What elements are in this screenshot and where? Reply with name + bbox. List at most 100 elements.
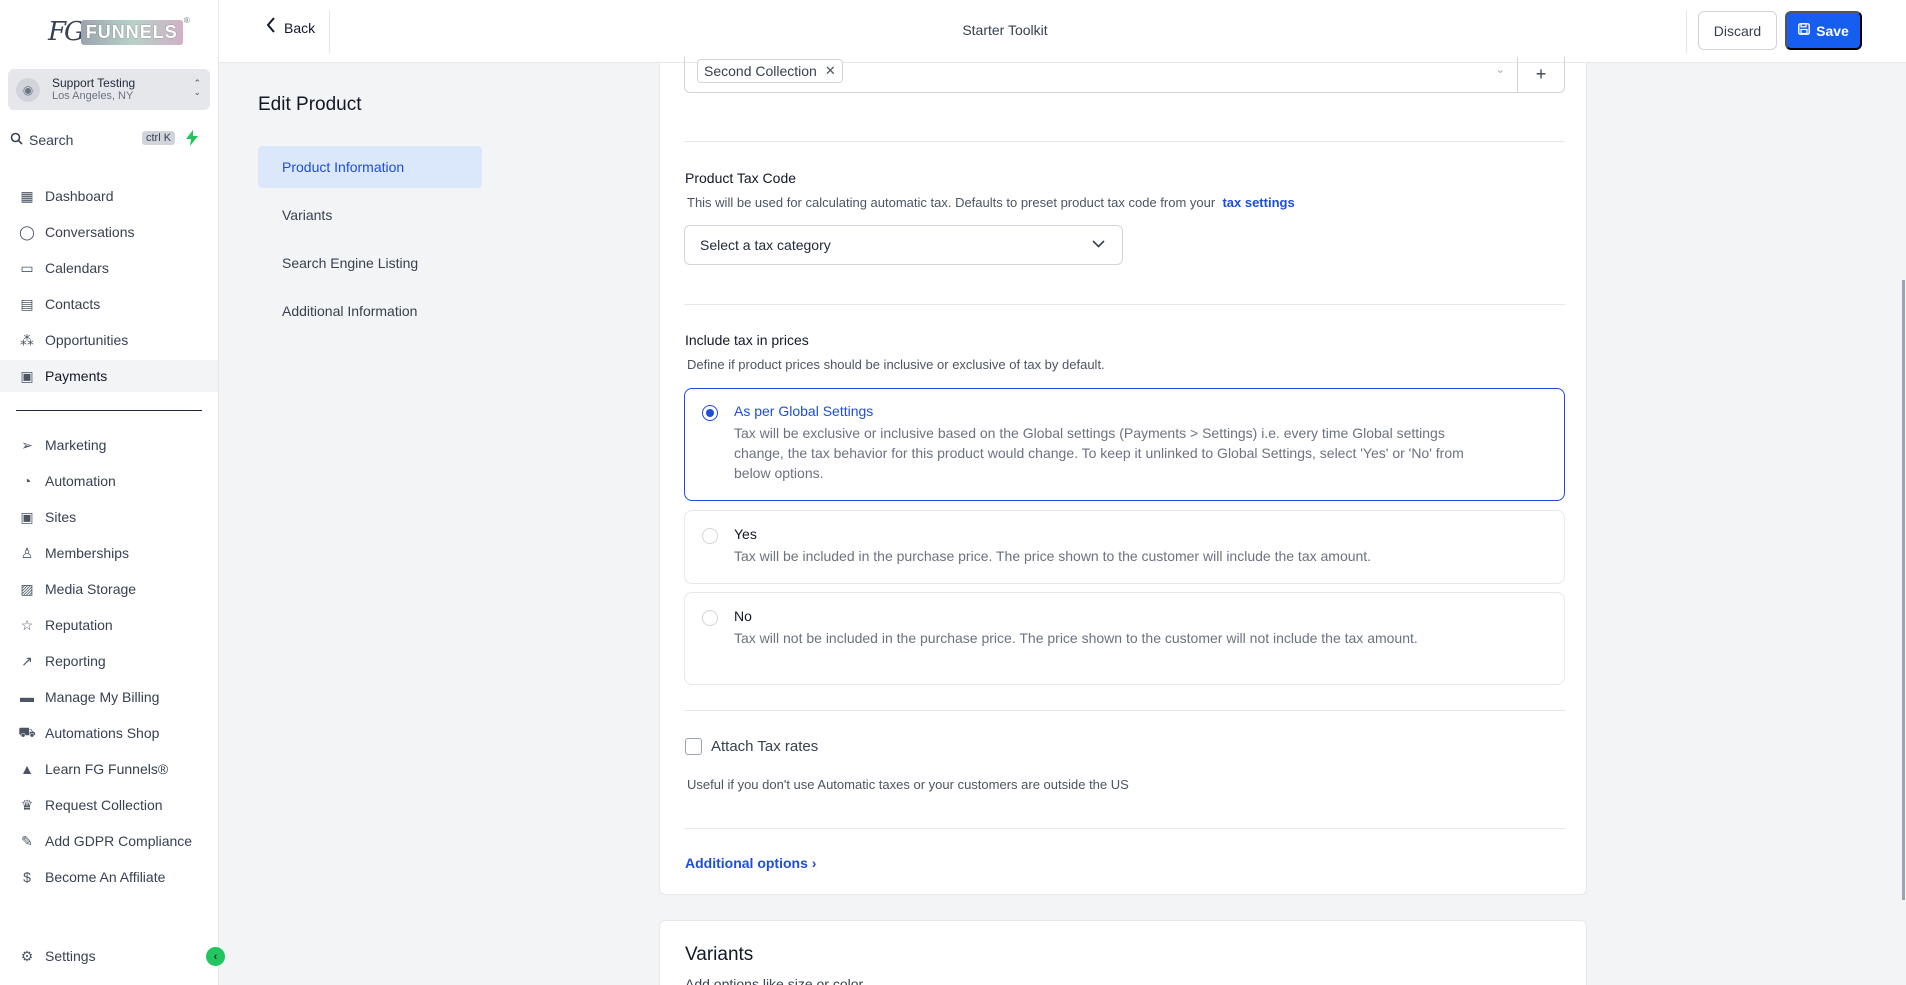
add-collection-button[interactable]: + (1518, 57, 1565, 93)
tax-code-help: This will be used for calculating automa… (687, 195, 1295, 210)
sidebar-item-become-an-affiliate[interactable]: $ Become An Affiliate (0, 861, 218, 893)
account-location: Los Angeles, NY (52, 89, 134, 102)
image-icon: ▨ (20, 580, 34, 597)
variants-card: Variants Add options like size or color (659, 920, 1587, 985)
dollar-icon: $ (23, 869, 31, 885)
option-title: No (734, 608, 752, 624)
tax-settings-link[interactable]: tax settings (1222, 195, 1294, 210)
chevron-down-icon (1092, 236, 1105, 251)
include-tax-label: Include tax in prices (685, 332, 809, 348)
sidebar-item-payments[interactable]: ▣ Payments (0, 360, 218, 392)
section-nav-product-information[interactable]: Product Information (258, 146, 482, 188)
discard-button[interactable]: Discard (1698, 11, 1777, 50)
sidebar-item-label: Add GDPR Compliance (45, 833, 193, 849)
section-nav-search-engine-listing[interactable]: Search Engine Listing (258, 242, 482, 284)
contacts-icon: ▤ (20, 295, 34, 312)
chat-icon: ◯ (19, 223, 35, 240)
tax-option-yes[interactable]: Yes Tax will be included in the purchase… (684, 510, 1565, 584)
option-title: As per Global Settings (734, 403, 874, 419)
section-nav-additional-information[interactable]: Additional Information (258, 290, 482, 332)
sidebar-item-learn-fg-funnels[interactable]: ▲ Learn FG Funnels® (0, 753, 218, 785)
scrollbar[interactable] (1902, 280, 1905, 900)
sidebar-item-label: Become An Affiliate (45, 869, 166, 885)
sidebar-item-label: Reporting (45, 653, 106, 669)
quick-action-bolt-icon[interactable] (186, 130, 204, 150)
nav-divider (16, 410, 202, 411)
chevron-down-icon: ⌄ (1495, 64, 1505, 76)
sidebar-item-label: Memberships (45, 545, 130, 561)
search-input[interactable]: Search ctrl K (10, 128, 180, 152)
close-icon[interactable]: ✕ (825, 63, 836, 79)
sidebar-item-request-collection[interactable]: ♛ Request Collection (0, 789, 218, 821)
brand-logo[interactable]: FG FUNNELS ® (48, 12, 190, 52)
sidebar-item-label: Request Collection (45, 797, 163, 813)
page-title: Starter Toolkit (962, 22, 1048, 38)
attach-tax-help: Useful if you don't use Automatic taxes … (687, 777, 1129, 792)
edit-product-title: Edit Product (258, 94, 362, 115)
sidebar-item-label: Media Storage (45, 581, 137, 597)
divider (684, 141, 1565, 142)
account-avatar-icon: ◉ (16, 77, 40, 102)
logo-registered-mark: ® (183, 16, 190, 25)
sidebar-item-label: Payments (45, 368, 108, 384)
sidebar-item-reputation[interactable]: ☆ Reputation (0, 609, 218, 641)
graduation-icon: ▲ (20, 761, 34, 777)
opportunities-icon: ⁂ (20, 331, 34, 348)
collection-select[interactable]: Second Collection ✕ ⌄ (684, 57, 1518, 93)
sidebar-item-label: Opportunities (45, 332, 129, 348)
option-description: Tax will be included in the purchase pri… (734, 548, 1372, 564)
plus-icon: + (1535, 64, 1547, 84)
sidebar-item-marketing[interactable]: ➢ Marketing (0, 429, 218, 461)
sidebar-item-opportunities[interactable]: ⁂ Opportunities (0, 324, 218, 356)
calendar-icon: ▭ (20, 259, 34, 276)
tax-code-help-text: This will be used for calculating automa… (687, 195, 1216, 210)
radio-button[interactable] (702, 405, 718, 421)
attach-tax-label: Attach Tax rates (711, 738, 819, 755)
sidebar-item-calendars[interactable]: ▭ Calendars (0, 252, 218, 284)
sidebar-item-automation[interactable]: ◔ Automation (0, 465, 218, 497)
sidebar-item-memberships[interactable]: ♙ Memberships (0, 537, 218, 569)
sidebar-item-automations-shop[interactable]: ⛟ Automations Shop (0, 717, 218, 749)
collection-chip-label: Second Collection (704, 63, 817, 79)
sidebar-item-add-gdpr-compliance[interactable]: ✎ Add GDPR Compliance (0, 825, 218, 857)
sidebar-item-manage-my-billing[interactable]: ▬ Manage My Billing (0, 681, 218, 713)
attach-tax-checkbox[interactable] (685, 738, 702, 755)
tax-code-label: Product Tax Code (685, 170, 797, 186)
additional-options-link[interactable]: Additional options › (685, 855, 816, 871)
save-button[interactable]: Save (1785, 11, 1862, 50)
save-label: Save (1816, 22, 1849, 39)
divider (684, 828, 1565, 829)
sidebar-item-media-storage[interactable]: ▨ Media Storage (0, 573, 218, 605)
sidebar-item-label: Reputation (45, 617, 113, 633)
tax-option-global[interactable]: As per Global Settings Tax will be exclu… (684, 388, 1565, 501)
trophy-icon: ♛ (20, 796, 34, 813)
tax-option-no[interactable]: No Tax will not be included in the purch… (684, 592, 1565, 685)
sidebar: FG FUNNELS ® ◉ Support Testing Los Angel… (0, 0, 225, 985)
option-title: Yes (734, 526, 757, 542)
chevron-right-icon: › (811, 855, 817, 871)
search-shortcut-badge: ctrl K (142, 131, 176, 145)
product-information-card: Second Collection ✕ ⌄ + Product Tax Code… (659, 57, 1587, 895)
account-switcher[interactable]: ◉ Support Testing Los Angeles, NY ⌃ ⌄ (8, 69, 210, 110)
sidebar-item-dashboard[interactable]: ▦ Dashboard (0, 180, 218, 212)
sidebar-item-reporting[interactable]: ↗ Reporting (0, 645, 218, 677)
trend-icon: ↗ (21, 652, 33, 669)
sidebar-item-settings[interactable]: ⚙ Settings (0, 940, 218, 972)
section-nav-variants[interactable]: Variants (258, 194, 482, 236)
sidebar-item-conversations[interactable]: ◯ Conversations (0, 216, 218, 248)
payments-icon: ▣ (20, 367, 34, 384)
radio-button[interactable] (702, 528, 718, 544)
radio-button[interactable] (702, 610, 718, 626)
sidebar-item-label: Conversations (45, 224, 135, 240)
divider (684, 304, 1565, 305)
floppy-disk-icon (1798, 23, 1811, 38)
sidebar-item-contacts[interactable]: ▤ Contacts (0, 288, 218, 320)
search-icon (10, 132, 23, 148)
sidebar-item-sites[interactable]: ▣ Sites (0, 501, 218, 533)
top-bar: Back Starter Toolkit Discard Save (219, 0, 1906, 63)
collapse-sidebar-button[interactable]: ‹ (206, 947, 225, 966)
grid-icon: ▦ (20, 187, 34, 204)
tax-category-select[interactable]: Select a tax category (684, 225, 1123, 265)
sidebar-item-label: Dashboard (45, 188, 114, 204)
logo-fg-text: FG (48, 17, 85, 47)
